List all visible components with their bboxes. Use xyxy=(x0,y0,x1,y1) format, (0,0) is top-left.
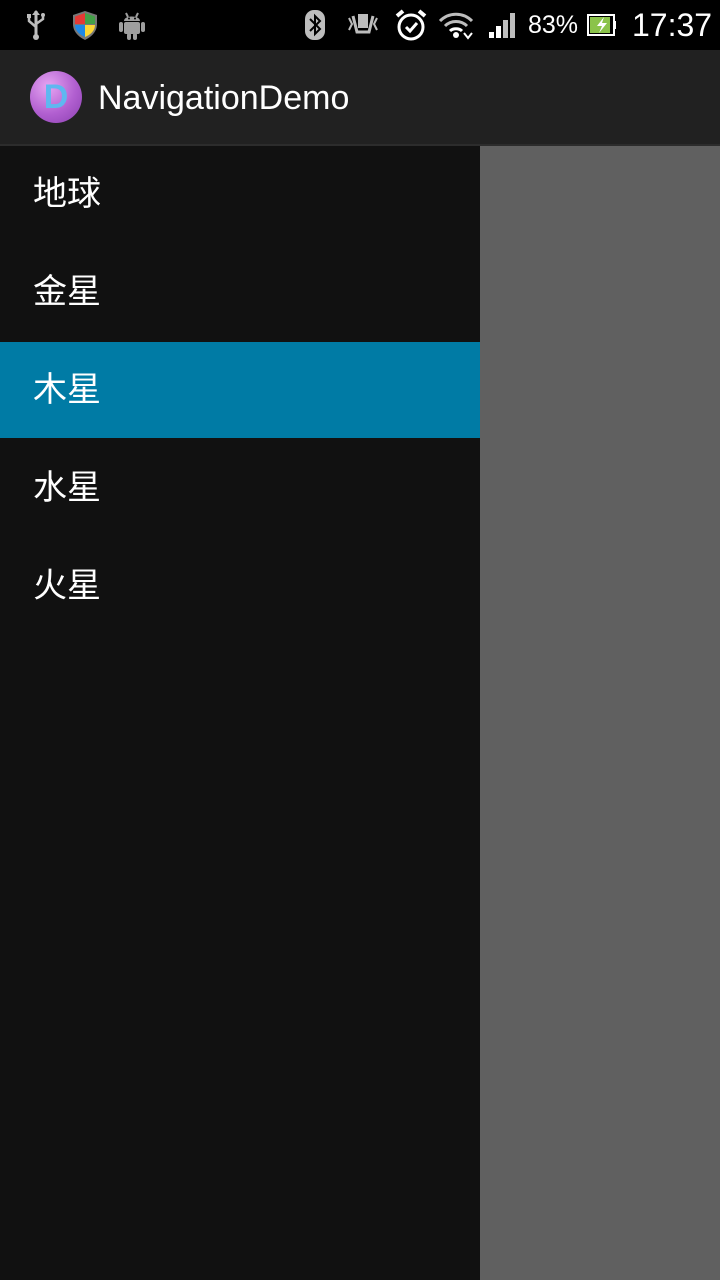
signal-icon xyxy=(486,8,520,42)
status-bar: 83% 17:37 xyxy=(0,0,720,50)
app-title: NavigationDemo xyxy=(98,79,350,117)
navigation-drawer: 地球 金星 木星 水星 火星 xyxy=(0,146,480,1280)
battery-icon xyxy=(586,8,618,42)
drawer-item-label: 水星 xyxy=(33,468,101,508)
android-icon xyxy=(116,8,148,42)
status-time: 17:37 xyxy=(632,7,713,43)
drawer-item-earth[interactable]: 地球 xyxy=(0,146,480,242)
shield-icon xyxy=(70,8,100,42)
drawer-item-mercury[interactable]: 水星 xyxy=(0,440,480,536)
drawer-item-label: 金星 xyxy=(33,272,101,312)
action-bar: D NavigationDemo xyxy=(0,50,720,146)
screen: 83% 17:37 D NavigationDemo 地球 金星 木星 水星 火… xyxy=(0,0,720,1280)
drawer-item-jupiter[interactable]: 木星 xyxy=(0,342,480,438)
drawer-item-label: 地球 xyxy=(33,174,101,214)
drawer-item-label: 火星 xyxy=(33,566,101,606)
drawer-item-venus[interactable]: 金星 xyxy=(0,244,480,340)
battery-percent: 83% xyxy=(528,11,579,39)
wifi-icon xyxy=(438,8,474,42)
drawer-item-mars[interactable]: 火星 xyxy=(0,538,480,634)
bluetooth-icon xyxy=(302,8,328,42)
app-icon-letter: D xyxy=(43,77,69,116)
drawer-item-label: 木星 xyxy=(33,370,101,410)
app-icon[interactable]: D xyxy=(30,71,82,123)
vibrate-icon xyxy=(346,8,380,42)
usb-icon xyxy=(22,8,50,42)
alarm-icon xyxy=(394,8,428,42)
